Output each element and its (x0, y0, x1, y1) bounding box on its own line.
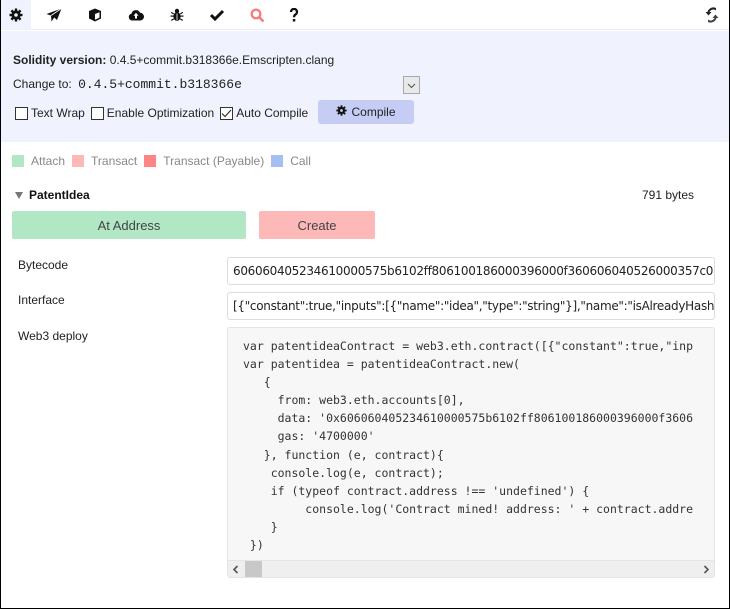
cloud-upload-icon (128, 9, 144, 21)
bytecode-label: Bytecode (18, 258, 69, 272)
contract-name: PatentIdea (29, 188, 90, 202)
web3-deploy-code[interactable]: var patentideaContract = web3.eth.contra… (227, 327, 715, 578)
interface-label: Interface (18, 293, 65, 307)
auto-compile-label: Auto Compile (236, 106, 309, 120)
checkmark-icon (221, 109, 232, 117)
contract-title[interactable]: PatentIdea (15, 188, 90, 202)
change-version: Change to: 0.4.5+commit.b318366e (13, 77, 242, 92)
check-icon (210, 9, 224, 21)
compile-label: Compile (351, 105, 396, 119)
scroll-left-icon[interactable] (232, 561, 239, 577)
tab-run[interactable] (39, 0, 69, 30)
change-version-label: Change to: (13, 77, 72, 91)
compiler-settings: Solidity version: 0.4.5+commit.b318366e.… (1, 31, 729, 142)
tab-settings[interactable] (1, 0, 31, 30)
tab-publish[interactable] (121, 0, 151, 30)
contract-size: 791 bytes (642, 188, 695, 202)
scrollbar-thumb[interactable] (245, 561, 262, 577)
gear-icon (9, 8, 23, 22)
question-icon (289, 8, 299, 22)
bug-icon (170, 8, 184, 22)
enable-optimization-checkbox[interactable]: Enable Optimization (90, 106, 215, 120)
collapse-triangle-icon[interactable] (15, 191, 23, 199)
chevron-down-icon (407, 78, 416, 92)
legend-swatch-attach (12, 155, 24, 167)
checkbox-box[interactable] (220, 106, 234, 120)
legend-label-transact-payable: Transact (Payable) (163, 154, 265, 168)
search-icon (249, 7, 265, 23)
horizontal-scrollbar[interactable] (228, 560, 714, 577)
refresh-icon (705, 6, 719, 24)
compile-button[interactable]: Compile (318, 100, 414, 124)
at-address-button[interactable]: At Address (12, 211, 246, 239)
bytecode-field[interactable]: 606060405234610000575b6102ff806100186000… (227, 257, 715, 285)
legend: Attach Transact Transact (Payable) Call (12, 154, 318, 168)
tab-help[interactable] (279, 0, 309, 30)
solidity-version-label: Solidity version: (13, 53, 107, 67)
legend-swatch-call (271, 155, 284, 167)
solidity-version-value: 0.4.5+commit.b318366e.Emscripten.clang (109, 53, 335, 67)
legend-label-call: Call (290, 154, 311, 168)
legend-swatch-transact (72, 155, 85, 167)
create-button[interactable]: Create (259, 211, 375, 239)
checkbox-box[interactable] (15, 106, 28, 120)
toolbar (1, 0, 729, 30)
compiler-panel: Solidity version: 0.4.5+commit.b318366e.… (0, 0, 730, 609)
compiler-options: Text Wrap Enable Optimization Auto Compi… (15, 104, 314, 122)
enable-optimization-label: Enable Optimization (106, 106, 215, 120)
cube-icon (88, 8, 102, 22)
tab-contracts[interactable] (80, 0, 110, 30)
legend-label-attach: Attach (31, 154, 66, 168)
solidity-version: Solidity version: 0.4.5+commit.b318366e.… (13, 53, 334, 67)
web3-deploy-label: Web3 deploy (18, 329, 88, 343)
interface-field[interactable]: [{"constant":true,"inputs":[{"name":"ide… (227, 292, 715, 320)
gear-icon (336, 105, 351, 119)
scroll-right-icon[interactable] (703, 561, 710, 577)
auto-compile-checkbox[interactable]: Auto Compile (220, 106, 308, 120)
tab-debugger[interactable] (162, 0, 192, 30)
checkbox-box[interactable] (90, 106, 104, 120)
web3-deploy-code-text[interactable]: var patentideaContract = web3.eth.contra… (243, 337, 693, 554)
legend-label-transact: Transact (91, 154, 138, 168)
version-select-dropdown[interactable] (403, 76, 420, 94)
tab-search[interactable] (242, 0, 272, 30)
version-select[interactable]: 0.4.5+commit.b318366e (78, 77, 242, 92)
tab-analysis[interactable] (202, 0, 232, 30)
text-wrap-label: Text Wrap (31, 106, 85, 120)
paper-plane-icon (46, 8, 62, 22)
text-wrap-checkbox[interactable]: Text Wrap (15, 106, 85, 120)
refresh-button[interactable] (701, 2, 723, 28)
legend-swatch-transact-payable (144, 155, 157, 167)
